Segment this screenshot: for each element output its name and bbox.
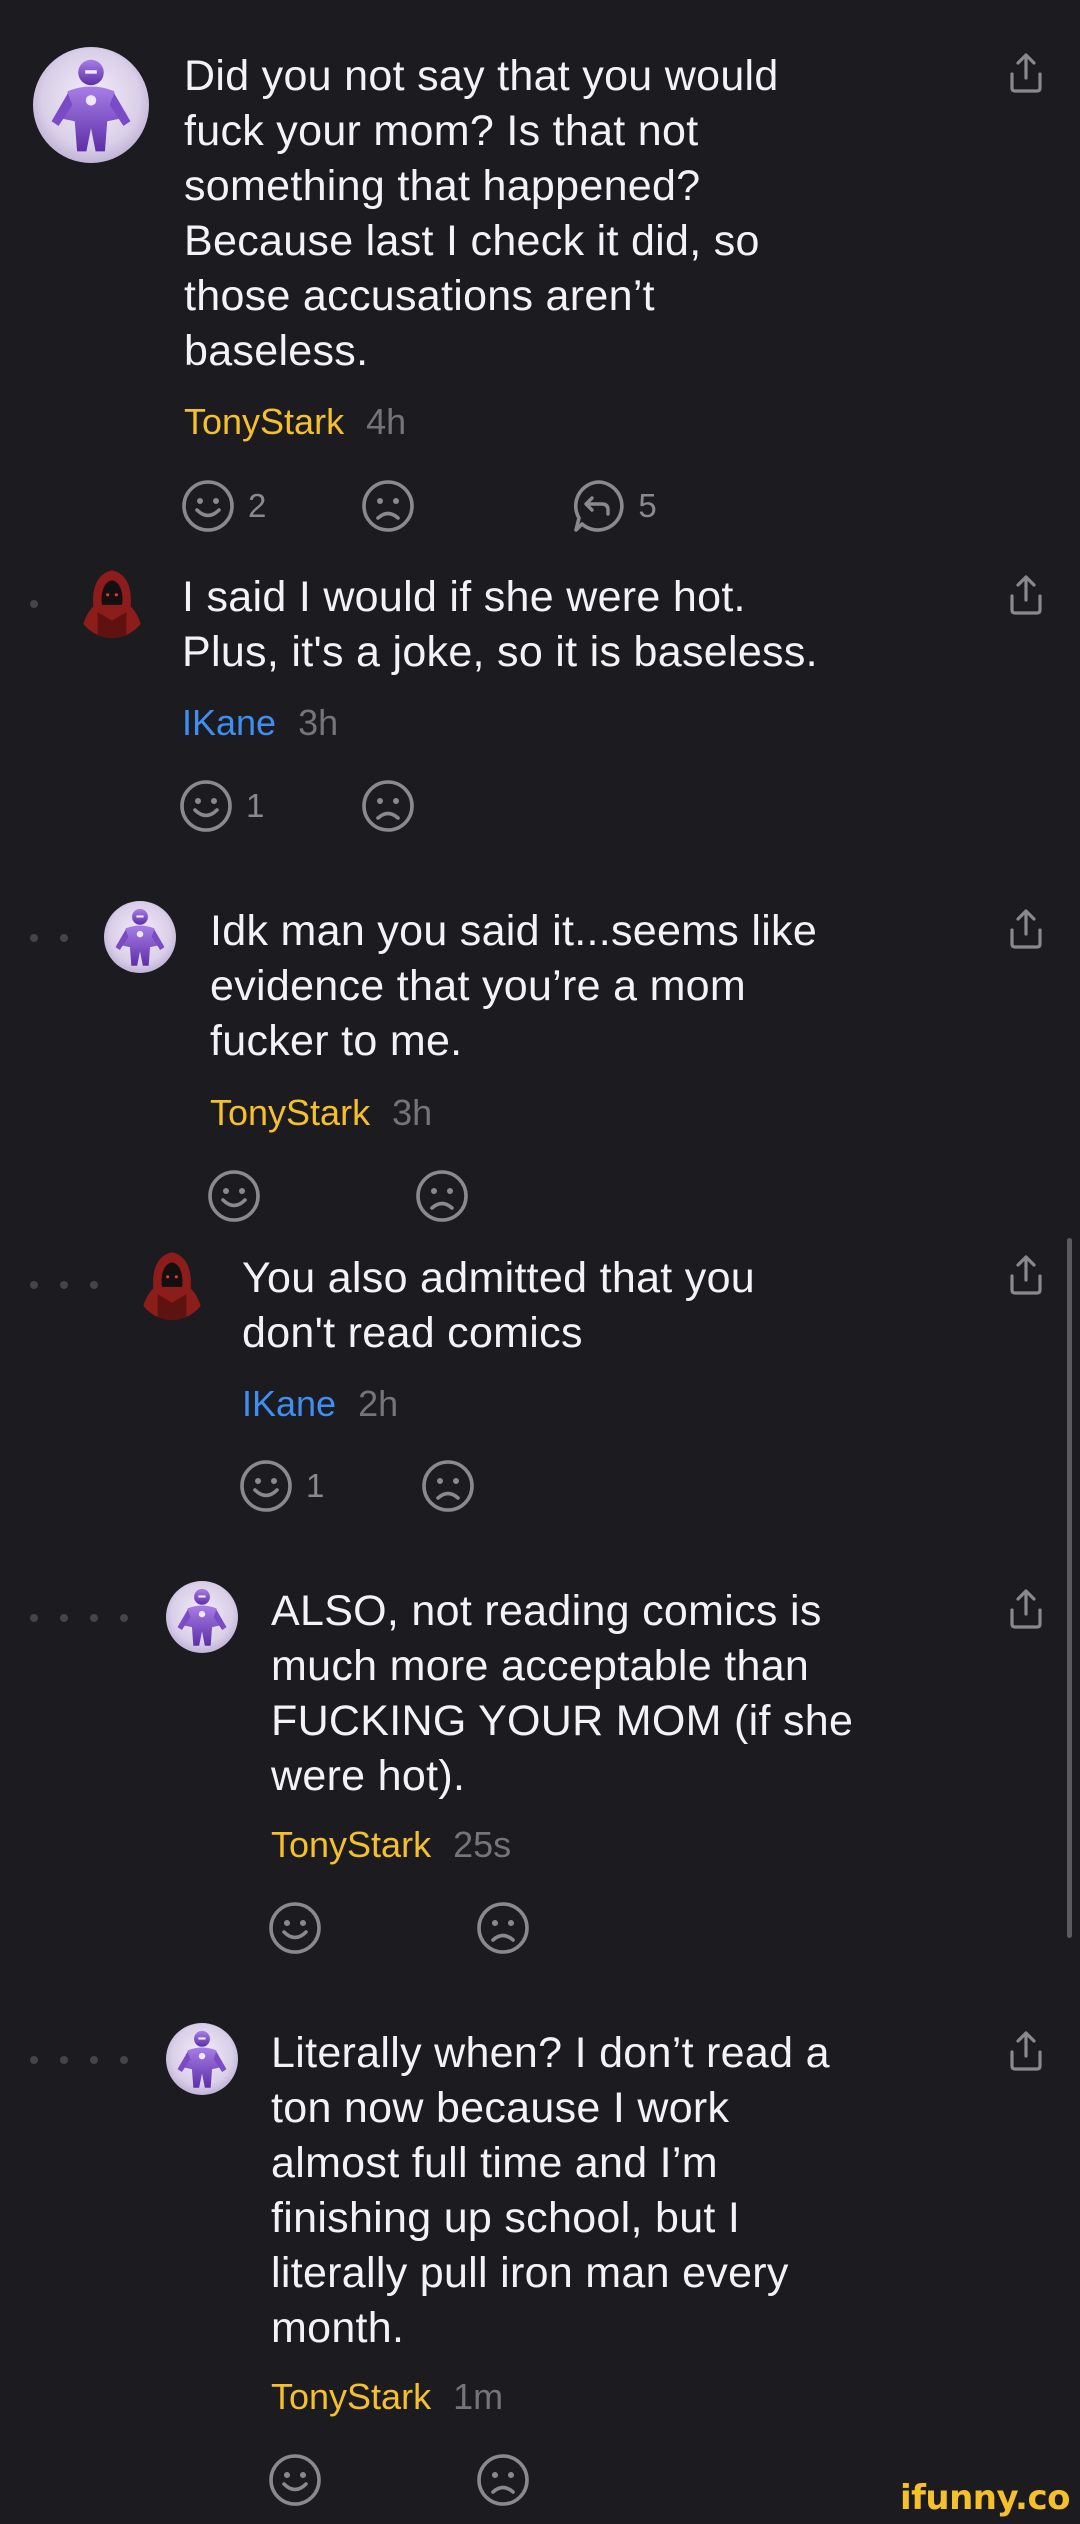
smile-icon — [267, 2452, 323, 2508]
thread-dot — [30, 1614, 38, 1622]
timestamp: 1m — [453, 2376, 504, 2417]
iron-man-avatar[interactable] — [166, 2023, 238, 2095]
reaction-bar: 2 5 — [180, 478, 657, 534]
frown-reaction-button[interactable] — [420, 1458, 476, 1514]
hooded-figure-avatar[interactable] — [76, 566, 148, 638]
comment-meta: TonyStark 4h — [184, 402, 406, 442]
smile-count: 1 — [246, 787, 265, 824]
share-icon[interactable] — [1006, 52, 1046, 94]
thread-depth-indicator — [30, 600, 38, 608]
reaction-bar — [267, 1900, 531, 1956]
author-name[interactable]: IKane — [182, 703, 276, 743]
share-icon[interactable] — [1006, 908, 1046, 950]
timestamp: 4h — [366, 401, 407, 442]
thread-dot — [90, 1614, 98, 1622]
smile-count: 2 — [248, 487, 267, 524]
frown-icon — [360, 778, 416, 834]
reaction-bar: 1 — [238, 1458, 476, 1514]
reaction-bar — [206, 1168, 470, 1224]
smile-reaction-button[interactable] — [267, 1900, 323, 1956]
author-name[interactable]: TonyStark — [271, 2377, 431, 2417]
thread-dot — [30, 1281, 38, 1289]
frown-reaction-button[interactable] — [475, 1900, 531, 1956]
comment-text: I said I would if she were hot. Plus, it… — [182, 573, 818, 676]
smile-count: 1 — [306, 1467, 325, 1504]
thread-dot — [60, 1281, 68, 1289]
share-icon[interactable] — [1006, 2030, 1046, 2072]
share-icon[interactable] — [1006, 1588, 1046, 1630]
comment-text: Idk man you said it...seems like evidenc… — [210, 907, 818, 1065]
thread-dot — [90, 1281, 98, 1289]
comment-text: Literally when? I don’t read a ton now b… — [271, 2029, 830, 2352]
reply-icon — [570, 478, 626, 534]
iron-man-avatar[interactable] — [33, 47, 149, 163]
thread-depth-indicator — [30, 1614, 128, 1622]
frown-icon — [414, 1168, 470, 1224]
thread-dot — [30, 600, 38, 608]
comment-meta: TonyStark 1m — [271, 2377, 503, 2417]
comment-text: Did you not say that you would fuck your… — [184, 52, 779, 375]
reaction-bar: 1 — [178, 778, 416, 834]
smile-icon — [206, 1168, 262, 1224]
timestamp: 2h — [358, 1383, 399, 1424]
thread-dot — [60, 1614, 68, 1622]
smile-icon — [238, 1458, 294, 1514]
thread-depth-indicator — [30, 1281, 98, 1289]
comment-text: You also admitted that you don't read co… — [242, 1254, 756, 1357]
author-name[interactable]: TonyStark — [184, 402, 344, 442]
frown-icon — [360, 478, 416, 534]
smile-reaction-button[interactable] — [206, 1168, 262, 1224]
thread-depth-indicator — [30, 934, 68, 942]
replies-count: 5 — [638, 487, 657, 524]
iron-man-avatar[interactable] — [166, 1581, 238, 1653]
timestamp: 25s — [453, 1824, 512, 1865]
thread-dot — [120, 1614, 128, 1622]
comment-meta: IKane 3h — [182, 703, 338, 743]
thread-dot — [120, 2056, 128, 2064]
thread-dot — [30, 2056, 38, 2064]
thread-depth-indicator — [30, 2056, 128, 2064]
share-icon[interactable] — [1006, 1254, 1046, 1296]
smile-icon — [267, 1900, 323, 1956]
timestamp: 3h — [298, 702, 339, 743]
author-name[interactable]: TonyStark — [210, 1093, 370, 1133]
smile-icon — [180, 478, 236, 534]
frown-reaction-button[interactable] — [414, 1168, 470, 1224]
comment-meta: TonyStark 3h — [210, 1093, 432, 1133]
comment-meta: IKane 2h — [242, 1384, 398, 1424]
iron-man-avatar[interactable] — [104, 901, 176, 973]
thread-dot — [30, 934, 38, 942]
hooded-figure-avatar[interactable] — [136, 1248, 208, 1320]
smile-reaction-button[interactable]: 2 — [180, 478, 266, 534]
smile-reaction-button[interactable]: 1 — [178, 778, 264, 834]
smile-reaction-button[interactable]: 1 — [238, 1458, 324, 1514]
thread-dot — [60, 934, 68, 942]
frown-icon — [475, 1900, 531, 1956]
share-icon[interactable] — [1006, 574, 1046, 616]
comment-text: ALSO, not reading comics is much more ac… — [271, 1587, 854, 1800]
scrollbar[interactable] — [1067, 1238, 1072, 1938]
ifunny-watermark: ifunny.co — [899, 2478, 1071, 2518]
smile-reaction-button[interactable] — [267, 2452, 323, 2508]
frown-reaction-button[interactable] — [360, 778, 416, 834]
frown-reaction-button[interactable] — [360, 478, 416, 534]
smile-icon — [178, 778, 234, 834]
thread-dot — [60, 2056, 68, 2064]
author-name[interactable]: TonyStark — [271, 1825, 431, 1865]
reaction-bar — [267, 2452, 531, 2508]
timestamp: 3h — [392, 1092, 433, 1133]
thread-dot — [90, 2056, 98, 2064]
comment-meta: TonyStark 25s — [271, 1825, 511, 1865]
replies-button[interactable]: 5 — [570, 478, 657, 534]
frown-icon — [475, 2452, 531, 2508]
frown-reaction-button[interactable] — [475, 2452, 531, 2508]
frown-icon — [420, 1458, 476, 1514]
author-name[interactable]: IKane — [242, 1384, 336, 1424]
